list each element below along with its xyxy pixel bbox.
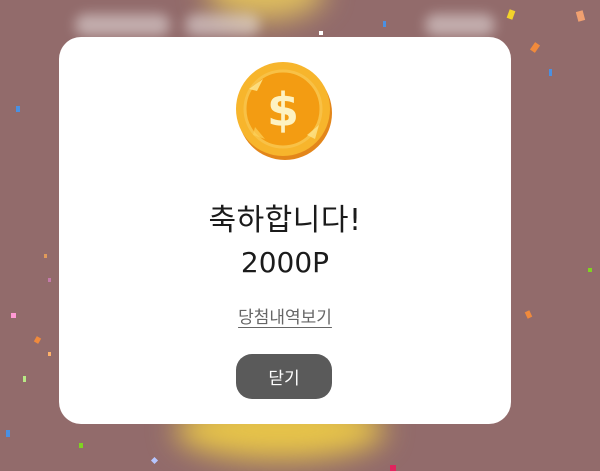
confetti-piece	[16, 106, 20, 112]
confetti-piece	[48, 352, 51, 356]
confetti-piece	[11, 313, 16, 318]
confetti-piece	[6, 430, 10, 437]
confetti-piece	[319, 31, 323, 35]
blurred-header-item	[75, 14, 170, 36]
dollar-coin-icon: $	[235, 61, 333, 161]
confetti-piece	[524, 310, 533, 319]
confetti-piece	[79, 443, 83, 448]
confetti-piece	[529, 42, 541, 53]
confetti-piece	[150, 456, 159, 465]
confetti-piece	[383, 21, 386, 27]
confetti-piece	[390, 465, 396, 471]
reward-points: 2000P	[240, 246, 330, 279]
confetti-piece	[48, 278, 51, 282]
confetti-piece	[44, 254, 47, 258]
confetti-piece	[549, 69, 552, 76]
confetti-piece	[575, 10, 586, 22]
svg-text:$: $	[267, 83, 299, 137]
confetti-piece	[23, 376, 26, 382]
reward-modal: $ 축하합니다! 2000P 당첨내역보기 닫기	[59, 37, 511, 424]
blurred-header-item	[185, 14, 260, 36]
close-button[interactable]: 닫기	[236, 354, 332, 399]
confetti-piece	[588, 268, 592, 272]
confetti-piece	[33, 336, 42, 344]
congratulations-title: 축하합니다!	[208, 203, 362, 238]
blurred-header-item	[425, 14, 495, 36]
view-win-history-link[interactable]: 당첨내역보기	[238, 308, 332, 328]
confetti-piece	[506, 9, 516, 20]
